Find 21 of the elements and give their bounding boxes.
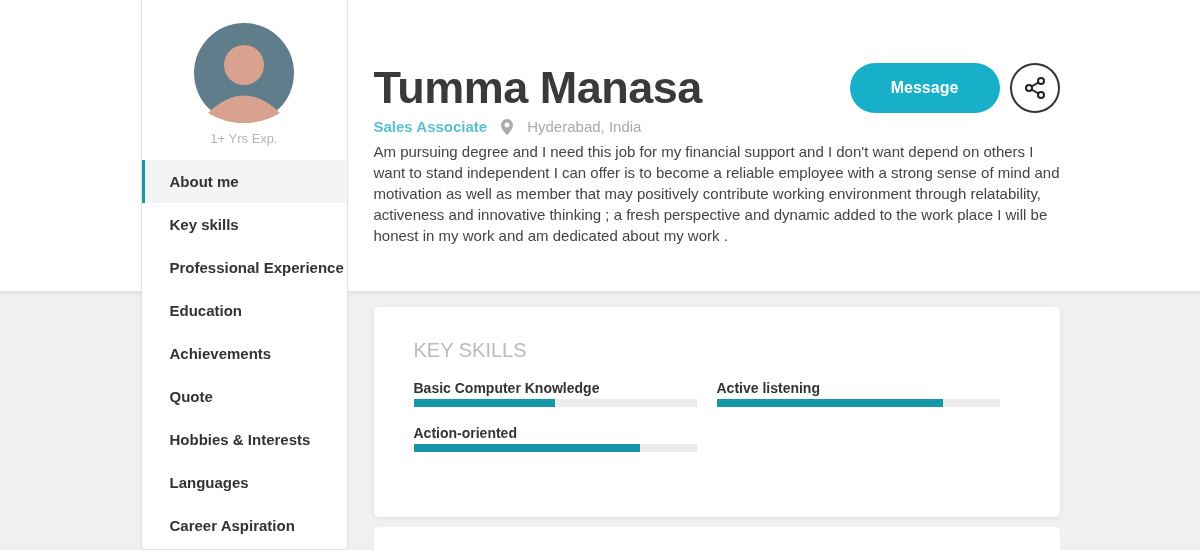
- location-text: Hyderabad, India: [527, 118, 642, 135]
- sidebar-item[interactable]: Quote: [141, 375, 347, 418]
- share-icon: [1022, 76, 1047, 100]
- sidebar-item[interactable]: About me: [141, 160, 347, 203]
- skill-name: Basic Computer Knowledge: [413, 380, 601, 396]
- skill-name: Active listening: [716, 380, 821, 396]
- bio-paragraph: Am pursuing degree and I need this job for my financial support and I don't want depend on others I want to stand independent I can offer is to become a reliable employee with a strong sense of mind and motivation as well as member that may positively contribute working environment through relatability, activeness and innovative thinking ; a fresh perspective and dynamic added to the work place I will be honest in my work and am dedicated about my work .: [373, 142, 1060, 246]
- location-pin-icon: [501, 118, 514, 135]
- skill-name: Action-oriented: [413, 425, 518, 441]
- sidebar-item[interactable]: Career Aspiration: [141, 504, 347, 547]
- experience-label: 1+ Yrs Exp.: [209, 131, 279, 146]
- card-title: KEY SKILLS: [413, 339, 528, 362]
- sidebar-item[interactable]: Professional Experience: [141, 246, 347, 289]
- share-button[interactable]: [1009, 63, 1060, 113]
- profile-name: Tumma Manasa: [373, 62, 702, 114]
- job-title: Sales Associate: [373, 118, 488, 135]
- sidebar-item[interactable]: Languages: [141, 461, 347, 504]
- sidebar-item[interactable]: Education: [141, 289, 347, 332]
- sidebar-item[interactable]: Key skills: [141, 203, 347, 246]
- sidebar-item[interactable]: Achievements: [141, 332, 347, 375]
- sidebar-item[interactable]: Hobbies & Interests: [141, 418, 347, 461]
